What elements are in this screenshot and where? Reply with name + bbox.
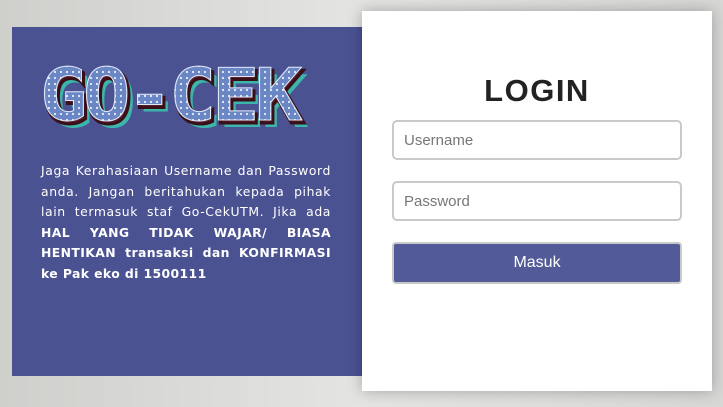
login-button[interactable]: Masuk bbox=[392, 242, 682, 284]
logo-dots-text: GO-CEK bbox=[40, 63, 303, 133]
security-notice-text: Jaga Kerahasiaan Username dan Password a… bbox=[41, 163, 331, 219]
go-cek-logo: GO-CEK GO-CEK GO-CEK GO-CEK bbox=[40, 63, 310, 133]
login-title: LOGIN bbox=[484, 73, 590, 108]
password-input[interactable] bbox=[392, 181, 682, 221]
username-input[interactable] bbox=[392, 120, 682, 160]
security-notice: Jaga Kerahasiaan Username dan Password a… bbox=[41, 161, 331, 284]
security-notice-warning: HAL YANG TIDAK WAJAR/ BIASA HENTIKAN tra… bbox=[41, 224, 331, 281]
login-card: LOGIN Masuk bbox=[362, 11, 712, 391]
info-panel: GO-CEK GO-CEK GO-CEK GO-CEK Jaga Kerahas… bbox=[12, 27, 372, 376]
